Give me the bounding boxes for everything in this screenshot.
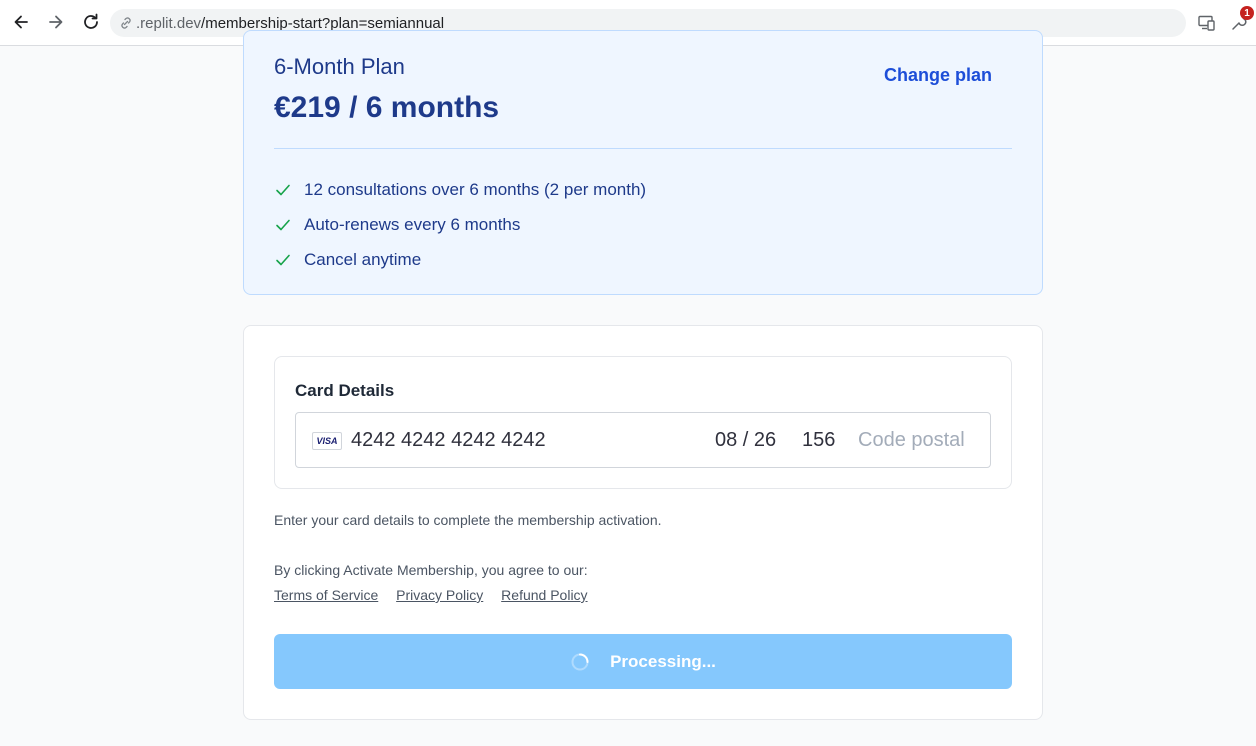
expiry-input[interactable]: 08 / 26 xyxy=(715,429,776,452)
url-path: /membership-start?plan=semiannual xyxy=(201,14,445,32)
plan-summary-card: 6-Month Plan €219 / 6 months Change plan… xyxy=(243,30,1043,295)
postal-code-input[interactable]: Code postal xyxy=(858,429,965,452)
check-icon xyxy=(276,219,290,230)
change-plan-link[interactable]: Change plan xyxy=(884,65,992,86)
card-details-section: Card Details VISA 4242 4242 4242 4242 08… xyxy=(274,356,1012,489)
activate-membership-button[interactable]: Processing... xyxy=(274,634,1012,689)
feature-text: 12 consultations over 6 months (2 per mo… xyxy=(304,179,647,199)
policy-links: Terms of Service Privacy Policy Refund P… xyxy=(274,587,602,603)
agreement-text: By clicking Activate Membership, you agr… xyxy=(274,562,588,578)
devices-button[interactable] xyxy=(1194,10,1220,36)
devices-icon xyxy=(1198,15,1215,31)
extension-button[interactable]: 1 xyxy=(1226,6,1254,36)
check-icon xyxy=(276,254,290,265)
link-icon xyxy=(121,17,131,29)
cvc-input[interactable]: 156 xyxy=(802,429,835,452)
plan-divider xyxy=(274,148,1012,149)
check-icon xyxy=(276,184,290,195)
privacy-policy-link[interactable]: Privacy Policy xyxy=(396,587,483,603)
reload-button[interactable] xyxy=(77,8,105,36)
notification-badge: 1 xyxy=(1240,6,1254,20)
forward-icon xyxy=(49,15,63,29)
plan-price: €219 / 6 months xyxy=(274,91,500,124)
feature-item: 12 consultations over 6 months (2 per mo… xyxy=(274,172,646,207)
back-icon xyxy=(14,15,28,29)
feature-item: Auto-renews every 6 months xyxy=(274,207,646,242)
url-text: .replit.dev/membership-start?plan=semian… xyxy=(136,15,444,32)
refund-policy-link[interactable]: Refund Policy xyxy=(501,587,587,603)
forward-button[interactable] xyxy=(42,8,70,36)
feature-item: Cancel anytime xyxy=(274,242,646,277)
reload-icon xyxy=(84,13,98,29)
payment-card: Card Details VISA 4242 4242 4242 4242 08… xyxy=(243,325,1043,720)
card-hint-text: Enter your card details to complete the … xyxy=(274,512,662,528)
plan-name: 6-Month Plan xyxy=(274,54,405,79)
feature-text: Auto-renews every 6 months xyxy=(304,214,521,234)
spinner-icon xyxy=(571,653,589,670)
terms-of-service-link[interactable]: Terms of Service xyxy=(274,587,378,603)
card-details-title: Card Details xyxy=(295,381,395,400)
card-input-field[interactable]: VISA 4242 4242 4242 4242 08 / 26 156 Cod… xyxy=(295,412,991,468)
submit-label: Processing... xyxy=(610,651,716,671)
feature-list: 12 consultations over 6 months (2 per mo… xyxy=(274,172,646,277)
url-host: .replit.dev xyxy=(136,14,202,32)
card-number-input[interactable]: 4242 4242 4242 4242 xyxy=(351,429,546,452)
visa-icon: VISA xyxy=(312,432,342,450)
back-button[interactable] xyxy=(7,8,35,36)
feature-text: Cancel anytime xyxy=(304,249,422,269)
